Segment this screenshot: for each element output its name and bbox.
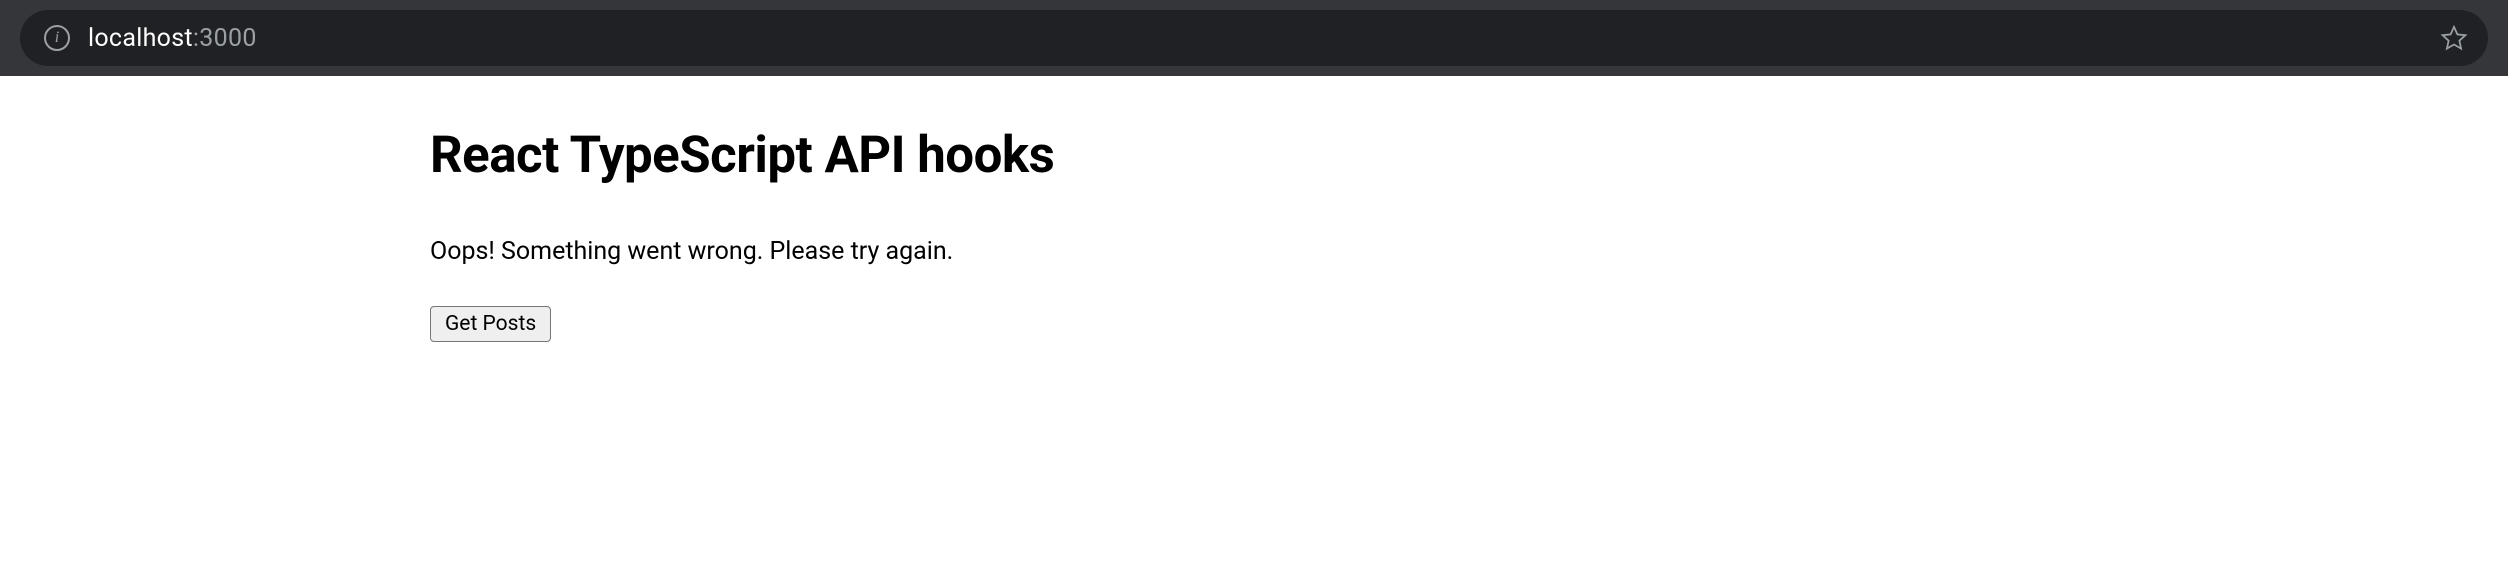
info-icon[interactable]: i: [44, 25, 70, 51]
browser-address-bar: i localhost:3000: [0, 0, 2508, 76]
url-host: localhost: [88, 24, 193, 53]
page-title: React TypeScript API hooks: [430, 126, 2508, 185]
url-port: :3000: [193, 24, 257, 53]
page-content: React TypeScript API hooks Oops! Somethi…: [0, 76, 2508, 342]
url-text: localhost:3000: [88, 24, 257, 53]
bookmark-star-icon[interactable]: [2440, 24, 2468, 52]
url-input-container[interactable]: i localhost:3000: [20, 10, 2488, 66]
get-posts-button[interactable]: Get Posts: [430, 306, 551, 342]
error-message: Oops! Something went wrong. Please try a…: [430, 237, 2508, 266]
